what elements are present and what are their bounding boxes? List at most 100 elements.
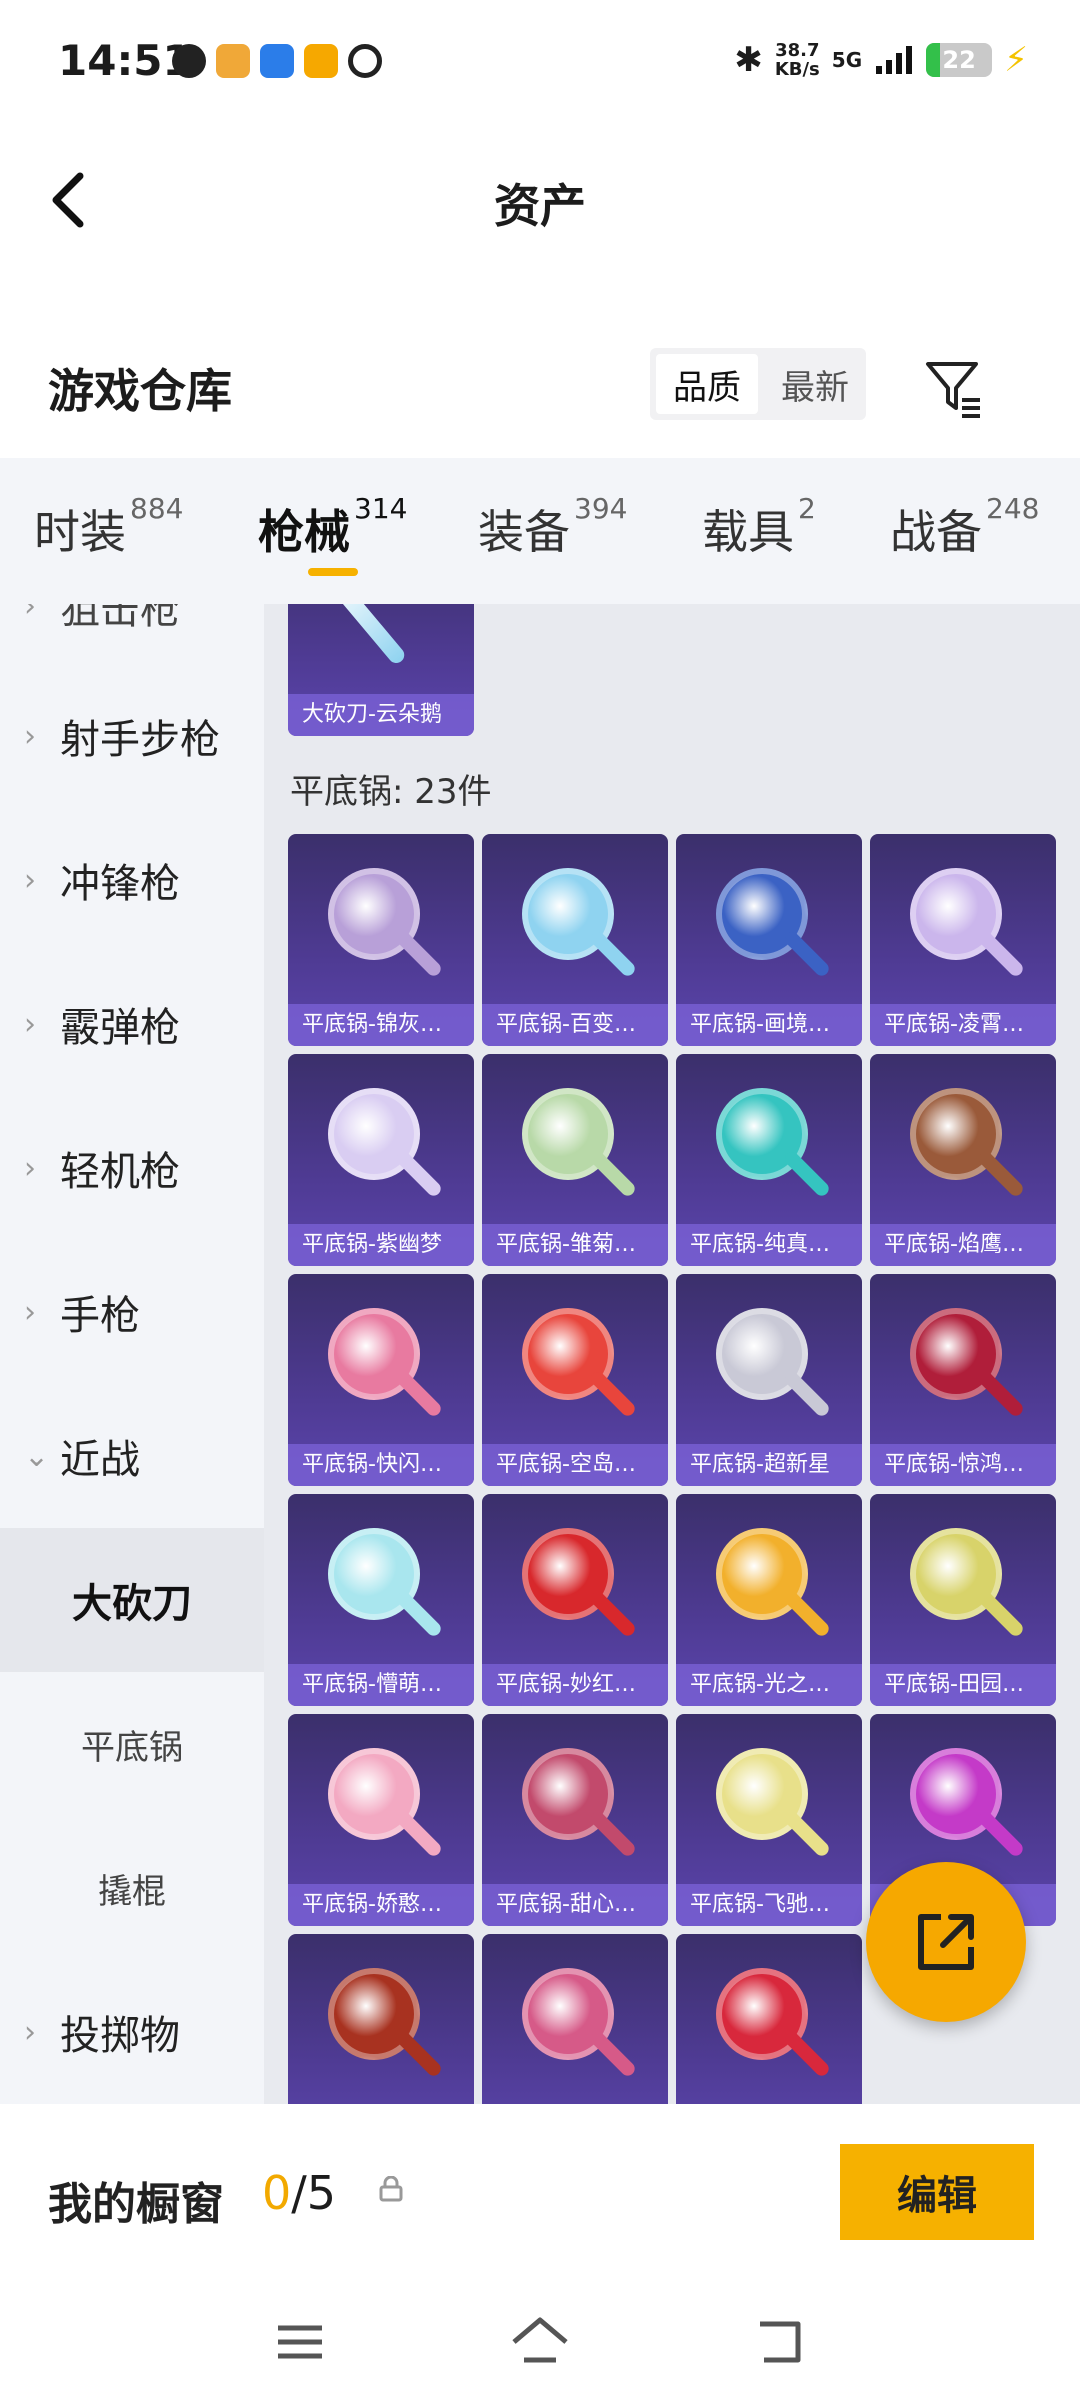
item-card-pan[interactable]: 平底锅-懵萌… [288, 1494, 474, 1706]
menu-icon[interactable] [268, 2310, 332, 2374]
item-card-pan[interactable] [482, 1934, 668, 2104]
sidebar-sub-pan[interactable]: 平底锅 [0, 1672, 264, 1816]
pan-handle-icon [782, 1589, 832, 1639]
item-card-pan[interactable] [676, 1934, 862, 2104]
lock-icon [379, 2176, 403, 2202]
net-speed: 38.7 KB/s [774, 40, 820, 80]
item-card-label: 平底锅-快闪… [288, 1444, 474, 1486]
chevron-down-icon: ⌄ [24, 1438, 50, 1474]
item-card-pan[interactable]: 平底锅-超新星 [676, 1274, 862, 1486]
tab-vehicles[interactable]: 载具 2 [702, 492, 816, 562]
sort-newest-button[interactable]: 最新 [764, 348, 866, 420]
share-external-icon [918, 1914, 974, 1970]
pan-handle-icon [394, 2029, 444, 2079]
item-card-label: 平底锅-纯真… [676, 1224, 862, 1266]
item-card-label: 平底锅-甜心… [482, 1884, 668, 1926]
active-tab-indicator [308, 568, 358, 576]
item-card-label: 平底锅-空岛… [482, 1444, 668, 1486]
item-card-pan[interactable]: 平底锅-田园… [870, 1494, 1056, 1706]
chevron-right-icon: › [24, 2014, 36, 2050]
chevron-right-icon: › [24, 718, 36, 754]
item-card-label: 平底锅-凌霄… [870, 1004, 1056, 1046]
chevron-right-icon: › [24, 1150, 36, 1186]
chevron-right-icon: › [24, 1294, 36, 1330]
item-card-pan[interactable]: 平底锅-空岛… [482, 1274, 668, 1486]
signal-icon [876, 46, 913, 74]
item-card-label: 平底锅-百变… [482, 1004, 668, 1046]
chevron-right-icon: › [24, 862, 36, 898]
item-card-pan[interactable]: 平底锅-紫幽梦 [288, 1054, 474, 1266]
tab-fashion[interactable]: 时装 884 [34, 492, 183, 562]
tab-equipment[interactable]: 装备 394 [478, 492, 627, 562]
item-card-label: 平底锅-超新星 [676, 1444, 862, 1486]
item-card-pan[interactable]: 平底锅-凌霄… [870, 834, 1056, 1046]
item-card-label: 平底锅-妙红… [482, 1664, 668, 1706]
sort-quality-button[interactable]: 品质 [656, 354, 758, 414]
status-app-icons [172, 44, 382, 78]
network-type: 5G [831, 48, 863, 72]
item-card-label: 平底锅-紫幽梦 [288, 1224, 474, 1266]
sidebar-item-pistol[interactable]: › 手枪 [0, 1240, 264, 1384]
page-title: 资产 [494, 179, 586, 233]
warehouse-title: 游戏仓库 [48, 364, 232, 418]
item-card-machete-cloud-goose[interactable]: 大砍刀-云朵鹅 [288, 604, 474, 736]
sidebar-item-shotgun[interactable]: › 霰弹枪 [0, 952, 264, 1096]
showcase-bar: 我的橱窗 0/5 编辑 [0, 2104, 1080, 2284]
edit-button[interactable]: 编辑 [840, 2144, 1034, 2240]
item-card-pan[interactable]: 平底锅-娇憨… [288, 1714, 474, 1926]
item-card-label: 大砍刀-云朵鹅 [288, 694, 474, 736]
sidebar-sub-crowbar[interactable]: 撬棍 [0, 1816, 264, 1960]
filter-icon[interactable] [922, 356, 986, 420]
sort-toggle: 品质 最新 [650, 348, 866, 420]
pan-handle-icon [782, 1369, 832, 1419]
bluetooth-icon: ✱ [734, 40, 763, 80]
showcase-label: 我的橱窗 [48, 2179, 224, 2230]
section-label-pan: 平底锅: 23件 [290, 772, 492, 812]
item-card-pan[interactable]: 平底锅-光之… [676, 1494, 862, 1706]
back-nav-icon[interactable] [750, 2310, 814, 2374]
sidebar-item-lmg[interactable]: › 轻机枪 [0, 1096, 264, 1240]
app-icon-1 [172, 44, 206, 78]
sidebar-item-throwables[interactable]: › 投掷物 [0, 1960, 264, 2104]
item-card-pan[interactable]: 平底锅-妙红… [482, 1494, 668, 1706]
item-card-pan[interactable] [288, 1934, 474, 2104]
share-button[interactable] [866, 1862, 1026, 2022]
item-card-label: 平底锅-懵萌… [288, 1664, 474, 1706]
item-card-pan[interactable]: 平底锅-飞驰… [676, 1714, 862, 1926]
sidebar-sub-machete[interactable]: 大砍刀 [0, 1528, 264, 1672]
pan-handle-icon [394, 1369, 444, 1419]
pan-handle-icon [588, 1809, 638, 1859]
pan-handle-icon [588, 1149, 638, 1199]
category-tabs: 时装 884 枪械 314 装备 394 载具 2 战备 248 [0, 458, 1080, 604]
tab-tactical[interactable]: 战备 248 [890, 492, 1039, 562]
pan-handle-icon [782, 2029, 832, 2079]
pan-handle-icon [782, 929, 832, 979]
pan-handle-icon [588, 1369, 638, 1419]
sidebar-item-marksman[interactable]: › 射手步枪 [0, 664, 264, 808]
pan-handle-icon [976, 929, 1026, 979]
pan-handle-icon [976, 1149, 1026, 1199]
item-card-pan[interactable]: 平底锅-雏菊… [482, 1054, 668, 1266]
item-card-pan[interactable]: 平底锅-画境… [676, 834, 862, 1046]
item-card-pan[interactable]: 平底锅-纯真… [676, 1054, 862, 1266]
item-card-pan[interactable]: 平底锅-锦灰… [288, 834, 474, 1046]
item-card-label: 平底锅-光之… [676, 1664, 862, 1706]
item-card-label: 平底锅-焰鹰… [870, 1224, 1056, 1266]
sidebar-item-smg[interactable]: › 冲锋枪 [0, 808, 264, 952]
item-card-pan[interactable]: 平底锅-惊鸿… [870, 1274, 1056, 1486]
item-card-pan[interactable]: 平底锅-甜心… [482, 1714, 668, 1926]
home-icon[interactable] [508, 2310, 572, 2374]
sidebar-item-melee[interactable]: ⌄ 近战 [0, 1384, 264, 1528]
item-card-pan[interactable]: 平底锅-百变… [482, 834, 668, 1046]
tab-firearms[interactable]: 枪械 314 [258, 492, 407, 562]
item-card-label: 平底锅-画境… [676, 1004, 862, 1046]
item-card-pan[interactable]: 平底锅-快闪… [288, 1274, 474, 1486]
header: 资产 [0, 130, 1080, 270]
item-card-pan[interactable]: 平底锅-焰鹰… [870, 1054, 1056, 1266]
showcase-count: 0/5 [262, 2166, 337, 2220]
pan-handle-icon [394, 1589, 444, 1639]
pan-handle-icon [394, 1149, 444, 1199]
pan-handle-icon [976, 1809, 1026, 1859]
pan-handle-icon [782, 1149, 832, 1199]
item-card-label: 平底锅-飞驰… [676, 1884, 862, 1926]
